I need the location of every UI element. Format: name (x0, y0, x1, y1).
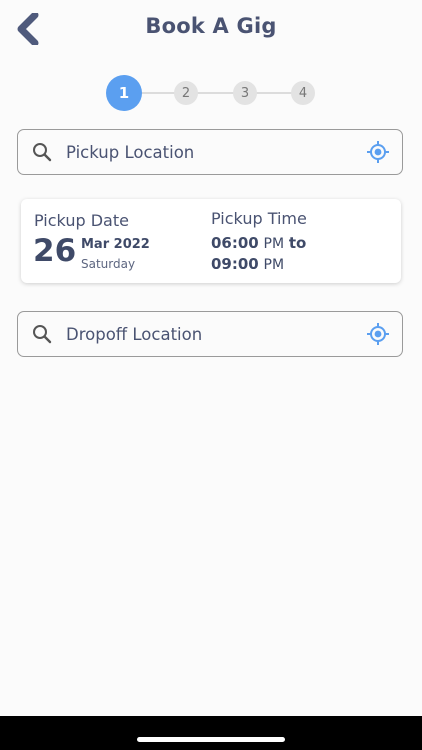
step-1[interactable]: 1 (106, 75, 142, 111)
page-title: Book A Gig (145, 14, 277, 38)
pickup-location-field (17, 129, 403, 175)
dropoff-location-field (17, 311, 403, 357)
pickup-time-label: Pickup Time (211, 209, 307, 228)
start-time-ampm: PM (263, 236, 285, 252)
pickup-schedule-card[interactable]: Pickup Date 26 Mar 2022 Saturday Pickup … (21, 199, 401, 283)
system-bottom-bar (0, 716, 422, 750)
book-gig-screen: Book A Gig 1 2 3 4 Pickup Location Picku… (0, 0, 422, 716)
end-time-value: 09:00 (211, 255, 259, 273)
search-icon (31, 323, 53, 345)
step-indicator: 1 2 3 4 (106, 75, 320, 111)
home-indicator[interactable] (137, 737, 285, 742)
pickup-location-input[interactable] (66, 132, 365, 172)
header: Book A Gig (0, 0, 422, 62)
step-4[interactable]: 4 (291, 81, 315, 105)
step-3[interactable]: 3 (233, 81, 257, 105)
step-connector (126, 92, 304, 94)
time-to-label: to (288, 234, 307, 252)
pickup-end-time: 09:00 PM (211, 255, 284, 273)
pickup-start-time: 06:00 PM to (211, 234, 306, 252)
step-2[interactable]: 2 (174, 81, 198, 105)
end-time-ampm: PM (263, 257, 285, 273)
pickup-weekday: Saturday (81, 257, 136, 271)
pickup-month-year: Mar 2022 (81, 237, 150, 252)
current-location-icon[interactable] (365, 321, 391, 347)
pickup-date-label: Pickup Date (34, 211, 129, 230)
search-icon (31, 141, 53, 163)
current-location-icon[interactable] (365, 139, 391, 165)
dropoff-location-input[interactable] (66, 314, 365, 354)
pickup-day: 26 (33, 233, 77, 269)
start-time-value: 06:00 (211, 234, 259, 252)
